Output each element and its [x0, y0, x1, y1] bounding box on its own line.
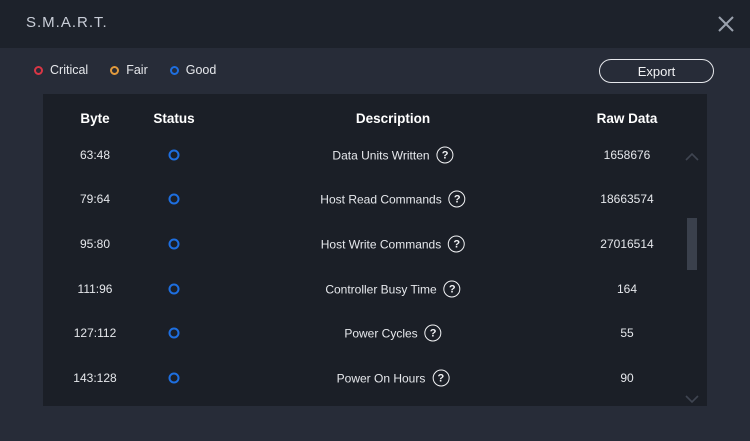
question-circle-icon[interactable]: ? — [448, 190, 466, 208]
smart-table: Byte Status Description Raw Data 63:48 D… — [43, 94, 707, 406]
close-button[interactable] — [716, 14, 736, 34]
description-cell: Power On Hours ? — [336, 369, 450, 387]
scroll-down-button[interactable] — [685, 391, 699, 404]
scrollbar-thumb[interactable] — [687, 218, 697, 270]
raw-data-cell: 164 — [616, 282, 638, 296]
header-description: Description — [355, 111, 431, 126]
description-text: Controller Busy Time — [325, 282, 437, 296]
export-button[interactable]: Export — [599, 59, 714, 83]
table-row: 127:112 Power Cycles ? 55 — [43, 311, 683, 355]
question-circle-icon[interactable]: ? — [424, 324, 442, 342]
table-row: 63:48 Data Units Written ? 1658676 — [43, 133, 683, 177]
table-row: 143:128 Power On Hours ? 90 — [43, 356, 683, 400]
header-byte: Byte — [80, 111, 110, 126]
header-status: Status — [153, 111, 195, 126]
good-status-icon — [168, 193, 180, 205]
legend-good: Good — [169, 63, 217, 77]
legend-good-label: Good — [185, 63, 217, 77]
byte-cell: 143:128 — [73, 371, 117, 385]
byte-cell: 79:64 — [79, 192, 111, 206]
question-circle-icon[interactable]: ? — [448, 235, 466, 253]
byte-cell: 127:112 — [73, 326, 117, 340]
good-status-icon — [168, 238, 180, 250]
chevron-up-icon — [685, 152, 699, 161]
scroll-up-button[interactable] — [685, 149, 699, 161]
description-text: Power On Hours — [336, 371, 426, 385]
description-text: Data Units Written — [332, 148, 430, 162]
byte-cell: 63:48 — [79, 148, 111, 162]
good-status-icon — [168, 283, 180, 295]
description-cell: Power Cycles ? — [344, 324, 442, 342]
legend-fair: Fair — [110, 63, 148, 77]
legend-critical: Critical — [34, 63, 88, 77]
critical-dot-icon — [34, 65, 43, 75]
title-bar: S.M.A.R.T. — [0, 0, 750, 48]
smart-dialog: S.M.A.R.T. Critical Fair Good Export Byt… — [0, 0, 750, 441]
byte-cell: 111:96 — [77, 282, 113, 296]
legend-critical-label: Critical — [50, 63, 89, 77]
good-status-icon — [168, 327, 180, 339]
close-icon — [718, 16, 734, 32]
raw-data-cell: 1658676 — [603, 148, 651, 162]
status-legend: Critical Fair Good — [34, 63, 238, 77]
question-circle-icon[interactable]: ? — [436, 146, 454, 164]
raw-data-cell: 27016514 — [600, 237, 654, 251]
table-row: 111:96 Controller Busy Time ? 164 — [43, 267, 683, 311]
raw-data-cell: 55 — [620, 326, 634, 340]
good-status-icon — [168, 372, 180, 384]
question-circle-icon[interactable]: ? — [443, 280, 461, 298]
description-text: Power Cycles — [344, 326, 418, 340]
description-cell: Host Read Commands ? — [320, 190, 466, 208]
chevron-down-icon — [685, 395, 699, 404]
fair-dot-icon — [110, 65, 120, 75]
good-dot-icon — [169, 65, 179, 75]
description-cell: Data Units Written ? — [332, 146, 454, 164]
table-row: 95:80 Host Write Commands ? 27016514 — [43, 222, 683, 266]
question-circle-icon[interactable]: ? — [432, 369, 450, 387]
byte-cell: 95:80 — [79, 237, 111, 251]
legend-fair-label: Fair — [126, 63, 148, 77]
description-cell: Controller Busy Time ? — [325, 280, 461, 298]
description-cell: Host Write Commands ? — [320, 235, 466, 253]
header-raw-data: Raw Data — [596, 111, 658, 126]
raw-data-cell: 18663574 — [600, 192, 654, 206]
description-text: Host Write Commands — [320, 237, 442, 251]
table-row: 79:64 Host Read Commands ? 18663574 — [43, 177, 683, 221]
description-text: Host Read Commands — [320, 192, 442, 206]
raw-data-cell: 90 — [620, 371, 634, 385]
dialog-title: S.M.A.R.T. — [26, 14, 108, 31]
good-status-icon — [168, 149, 180, 161]
